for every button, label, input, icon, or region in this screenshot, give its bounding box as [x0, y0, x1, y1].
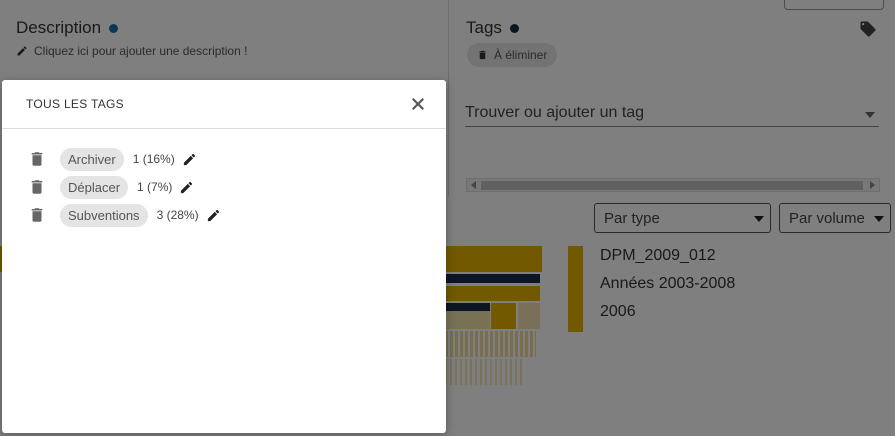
- tag-chip[interactable]: Déplacer: [60, 175, 129, 199]
- tag-count: 3 (28%): [156, 208, 199, 222]
- pencil-icon[interactable]: [182, 152, 197, 167]
- modal-title: TOUS LES TAGS: [26, 97, 124, 111]
- tag-row: Subventions 3 (28%): [28, 203, 221, 227]
- tag-count: 1 (16%): [132, 152, 175, 166]
- pencil-icon[interactable]: [206, 208, 221, 223]
- modal-divider: [2, 128, 446, 129]
- trash-icon[interactable]: [28, 205, 46, 225]
- pencil-icon[interactable]: [179, 180, 194, 195]
- close-icon[interactable]: [410, 96, 426, 112]
- tag-row: Archiver 1 (16%): [28, 147, 197, 171]
- tag-row: Déplacer 1 (7%): [28, 175, 194, 199]
- tag-count: 1 (7%): [137, 180, 173, 194]
- tag-chip[interactable]: Subventions: [60, 203, 148, 227]
- tag-chip[interactable]: Archiver: [60, 147, 124, 171]
- trash-icon[interactable]: [28, 149, 46, 169]
- trash-icon[interactable]: [28, 177, 46, 197]
- all-tags-modal: TOUS LES TAGS Archiver 1 (16%) Déplacer …: [2, 80, 446, 433]
